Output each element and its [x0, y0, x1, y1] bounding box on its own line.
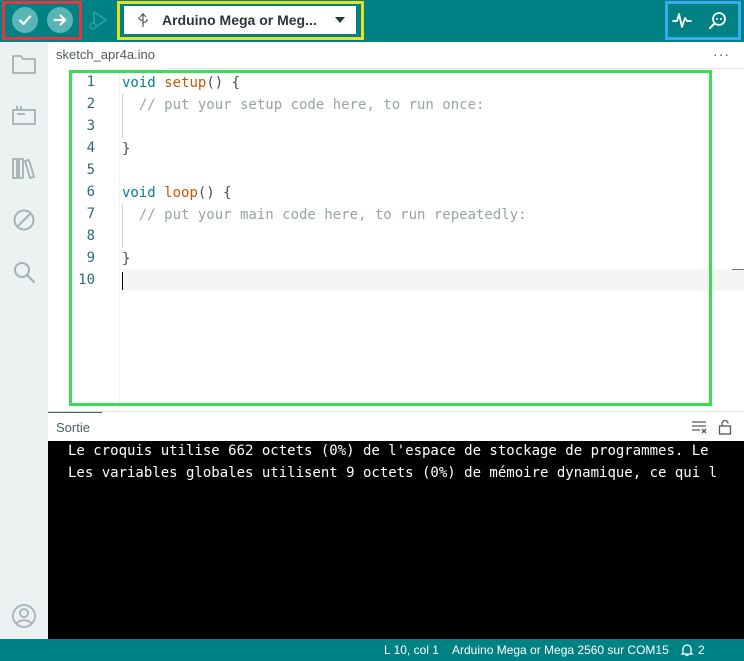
sketchbook-button[interactable]	[10, 50, 38, 78]
tab-label: sketch_apr4a.ino	[56, 47, 156, 62]
search-button[interactable]	[10, 258, 38, 286]
bell-icon	[680, 644, 694, 657]
library-icon	[12, 158, 36, 180]
output-header: Sortie	[48, 411, 744, 441]
output-tab-indicator	[48, 412, 102, 413]
clear-output-button[interactable]	[690, 418, 708, 436]
scrollbar-marker	[732, 269, 744, 270]
board-port-status[interactable]: Arduino Mega or Mega 2560 sur COM15	[452, 643, 669, 657]
status-bar: L 10, col 1 Arduino Mega or Mega 2560 su…	[0, 639, 744, 661]
search-icon	[14, 262, 36, 284]
tab-sketch[interactable]: sketch_apr4a.ino	[48, 42, 168, 69]
no-entry-icon	[13, 209, 35, 231]
highlight-serial-tools	[665, 1, 741, 40]
lock-scroll-button[interactable]	[716, 418, 734, 436]
user-icon	[12, 604, 36, 628]
highlight-verify-upload	[2, 1, 82, 40]
sidebar	[0, 42, 48, 639]
board-icon	[12, 106, 36, 125]
toolbar: Arduino Mega or Meg...	[0, 0, 744, 42]
lock-icon	[718, 419, 732, 435]
arduino-ide-window: Arduino Mega or Meg... sketch_apr4a.ino …	[0, 0, 744, 661]
boards-manager-button[interactable]	[10, 102, 38, 130]
editor-tabbar: sketch_apr4a.ino ···	[48, 42, 744, 69]
highlight-code-editor	[69, 70, 712, 406]
output-line: Le croquis utilise 662 octets (0%) de l'…	[68, 443, 709, 459]
debug-icon	[89, 11, 107, 30]
output-line: Les variables globales utilisent 9 octet…	[68, 465, 718, 481]
notifications-button[interactable]: 2	[680, 643, 705, 657]
output-title: Sortie	[56, 420, 90, 435]
highlight-board-selector	[117, 1, 364, 40]
debug-panel-button[interactable]	[10, 206, 38, 234]
notification-count: 2	[698, 643, 705, 657]
more-options-button[interactable]: ···	[713, 46, 730, 62]
library-manager-button[interactable]	[10, 154, 38, 182]
output-console[interactable]: Le croquis utilise 662 octets (0%) de l'…	[48, 441, 744, 639]
debug-button[interactable]	[86, 7, 112, 33]
cursor-position[interactable]: L 10, col 1	[384, 643, 439, 657]
folder-icon	[12, 55, 36, 74]
clear-list-icon	[692, 421, 707, 434]
account-button[interactable]	[10, 602, 38, 630]
